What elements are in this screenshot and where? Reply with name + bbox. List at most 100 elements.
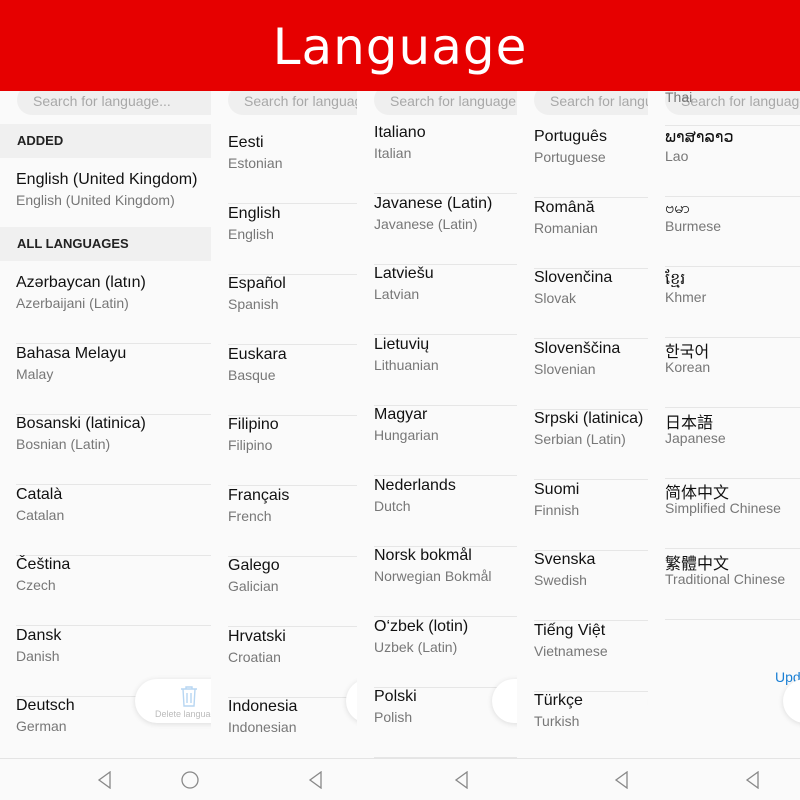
language-name: Indonesia xyxy=(228,698,298,715)
language-name: Galego xyxy=(228,557,280,574)
language-row[interactable]: Slovenčina Slovak xyxy=(534,269,648,339)
language-english-name: Hungarian xyxy=(374,427,439,443)
home-icon[interactable] xyxy=(180,770,200,795)
language-row[interactable]: 繁體中文 Traditional Chinese xyxy=(665,550,800,620)
language-name: Norsk bokmål xyxy=(374,547,472,564)
language-row[interactable]: Bosanski (latinica) Bosnian (Latin) xyxy=(16,415,211,485)
language-row[interactable]: Euskara Basque xyxy=(228,346,357,416)
language-name: Srpski (latinica) xyxy=(534,410,644,427)
language-row[interactable]: Indonesia Indonesian xyxy=(228,698,357,758)
language-english-name: Vietnamese xyxy=(534,642,608,659)
language-name: Čeština xyxy=(16,556,71,573)
search-input[interactable]: Search for language... xyxy=(534,91,648,115)
language-row[interactable]: O‘zbek (lotin) Uzbek (Latin) xyxy=(374,618,517,688)
language-row[interactable]: Nederlands Dutch xyxy=(374,477,517,547)
language-row[interactable]: Latviešu Latvian xyxy=(374,265,517,335)
language-english-name: Thai xyxy=(665,91,693,105)
language-english-name: Basque xyxy=(228,366,276,383)
language-english-name: Catalan xyxy=(16,506,65,523)
language-english-name: Traditional Chinese xyxy=(665,570,786,587)
language-english-name: Filipino xyxy=(228,437,273,453)
language-english-name: Turkish xyxy=(534,713,580,729)
language-row[interactable]: Tiếng Việt Vietnamese xyxy=(534,622,648,692)
language-english-name: French xyxy=(228,507,272,524)
language-english-name: Malay xyxy=(16,365,54,382)
language-row[interactable]: Eesti Estonian xyxy=(228,134,357,204)
language-row[interactable]: English English xyxy=(228,205,357,275)
language-name: Tiếng Việt xyxy=(534,621,606,639)
back-icon[interactable] xyxy=(745,770,761,794)
language-row[interactable]: Română Romanian xyxy=(534,199,648,269)
language-name: Javanese (Latin) xyxy=(374,194,493,212)
language-english-name: English xyxy=(228,225,274,242)
language-row[interactable]: Français French xyxy=(228,487,357,557)
language-english-name: Finnish xyxy=(534,501,580,518)
language-name: Türkçe xyxy=(534,692,583,709)
language-english-name: Norwegian Bokmål xyxy=(374,568,492,584)
language-row[interactable]: Thai xyxy=(665,91,800,126)
language-english-name: Danish xyxy=(16,647,60,664)
language-name: Português xyxy=(534,128,607,145)
language-row[interactable]: Srpski (latinica) Serbian (Latin) xyxy=(534,410,648,480)
language-row[interactable]: Italiano Italian xyxy=(374,124,517,194)
language-english-name: Javanese (Latin) xyxy=(374,215,478,232)
language-name: Deutsch xyxy=(16,697,75,714)
language-name: Filipino xyxy=(228,416,279,433)
search-input[interactable]: Search for language... xyxy=(17,91,211,115)
language-row[interactable]: Magyar Hungarian xyxy=(374,406,517,476)
language-row[interactable]: Svenska Swedish xyxy=(534,551,648,621)
delete-language-button[interactable]: Delete language xyxy=(135,679,211,723)
language-name: Suomi xyxy=(534,480,580,498)
language-name: Latviešu xyxy=(374,265,434,282)
language-row[interactable]: 日本語 Japanese xyxy=(665,409,800,479)
language-row[interactable]: Català Catalan xyxy=(16,486,211,556)
language-english-name: Swedish xyxy=(534,572,587,588)
language-english-name: Spanish xyxy=(228,296,279,312)
language-row[interactable]: 简体中文 Simplified Chinese xyxy=(665,479,800,549)
language-row[interactable]: Suomi Finnish xyxy=(534,481,648,551)
language-english-name: Serbian (Latin) xyxy=(534,431,626,447)
language-row[interactable]: Português Portuguese xyxy=(534,128,648,198)
language-english-name: Croatian xyxy=(228,648,281,665)
language-name: Svenska xyxy=(534,551,596,568)
language-row[interactable]: Filipino Filipino xyxy=(228,416,357,486)
back-icon[interactable] xyxy=(614,770,630,794)
language-english-name: Korean xyxy=(665,359,711,375)
language-row[interactable]: Türkçe Turkish xyxy=(534,692,648,758)
back-icon[interactable] xyxy=(454,770,470,794)
back-icon[interactable] xyxy=(308,770,324,794)
language-english-name: Galician xyxy=(228,578,279,594)
language-row[interactable]: Javanese (Latin) Javanese (Latin) xyxy=(374,195,517,265)
language-english-name: Azerbaijani (Latin) xyxy=(16,295,129,311)
language-panel: Search for language... Português Portugues… xyxy=(518,91,648,758)
language-row[interactable]: 한국어 Korean xyxy=(665,338,800,408)
search-input[interactable]: Search for language... xyxy=(374,91,517,115)
language-row[interactable]: Norsk bokmål Norwegian Bokmål xyxy=(374,547,517,617)
language-english-name: Romanian xyxy=(534,219,598,236)
language-row[interactable]: Hrvatski Croatian xyxy=(228,628,357,698)
language-row[interactable]: Español Spanish xyxy=(228,275,357,345)
trash-icon xyxy=(180,685,198,712)
back-icon[interactable] xyxy=(97,770,113,794)
language-row[interactable]: Azərbaycan (latın) Azerbaijani (Latin) xyxy=(16,274,211,344)
language-english-name: English (United Kingdom) xyxy=(16,192,175,208)
language-row[interactable]: ខ្មែរ Khmer xyxy=(665,268,800,338)
language-row[interactable]: ဗမာ Burmese xyxy=(665,197,800,267)
language-name: Español xyxy=(228,275,286,292)
section-header-all: ALL LANGUAGES xyxy=(0,227,211,261)
language-row[interactable]: Galego Galician xyxy=(228,557,357,627)
language-row[interactable]: Lietuvių Lithuanian xyxy=(374,336,517,406)
language-name: Bahasa Melayu xyxy=(16,344,127,362)
language-name: ພາສາລາວ xyxy=(665,128,734,146)
language-row[interactable]: Slovenščina Slovenian xyxy=(534,340,648,410)
language-row[interactable]: ພາສາລາວ Lao xyxy=(665,127,800,197)
language-panel: Search for language... Italiano Italian Jav… xyxy=(358,91,517,758)
language-row[interactable]: Bahasa Melayu Malay xyxy=(16,345,211,415)
language-name: Hrvatski xyxy=(228,627,286,645)
language-row[interactable]: Čeština Czech xyxy=(16,556,211,626)
search-input[interactable]: Search for language... xyxy=(228,91,357,115)
language-english-name: Portuguese xyxy=(534,149,606,165)
language-name: English xyxy=(228,204,281,222)
delete-language-button[interactable] xyxy=(783,679,800,723)
language-english-name: Latvian xyxy=(374,286,420,302)
